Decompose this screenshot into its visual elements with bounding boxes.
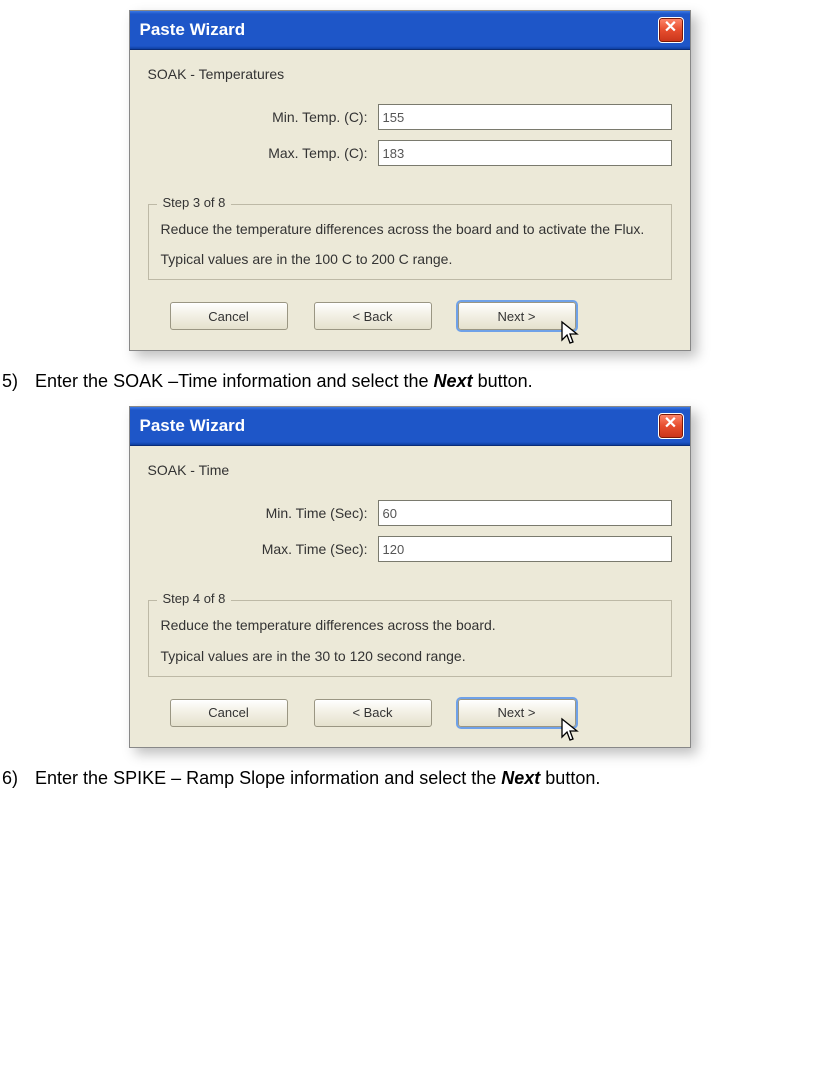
instruction-bold: Next <box>434 371 473 391</box>
next-label: Next > <box>498 705 536 720</box>
button-row: Cancel < Back Next > <box>148 302 672 336</box>
step-legend: Step 4 of 8 <box>157 591 232 606</box>
max-label: Max. Temp. (C): <box>148 145 378 161</box>
window-title: Paste Wizard <box>140 416 246 436</box>
cancel-label: Cancel <box>208 309 248 324</box>
dialog-subtitle: SOAK - Temperatures <box>148 66 672 82</box>
step-info-box: Step 3 of 8 Reduce the temperature diffe… <box>148 204 672 280</box>
form-row-max: Max. Temp. (C): <box>148 140 672 166</box>
step-info-box: Step 4 of 8 Reduce the temperature diffe… <box>148 600 672 676</box>
back-label: < Back <box>352 705 392 720</box>
next-button[interactable]: Next > <box>458 699 576 727</box>
dialog-body: SOAK - Temperatures Min. Temp. (C): Max.… <box>130 50 690 350</box>
back-button[interactable]: < Back <box>314 302 432 330</box>
min-input[interactable] <box>378 500 672 526</box>
step-legend: Step 3 of 8 <box>157 195 232 210</box>
min-input[interactable] <box>378 104 672 130</box>
instruction-text-after: button. <box>540 768 600 788</box>
instruction-bold: Next <box>501 768 540 788</box>
max-input[interactable] <box>378 140 672 166</box>
next-button[interactable]: Next > <box>458 302 576 330</box>
cancel-label: Cancel <box>208 705 248 720</box>
form-row-min: Min. Time (Sec): <box>148 500 672 526</box>
titlebar: Paste Wizard ✕ <box>130 407 690 446</box>
min-label: Min. Time (Sec): <box>148 505 378 521</box>
wizard-dialog: Paste Wizard ✕ SOAK - Temperatures Min. … <box>129 10 691 351</box>
back-button[interactable]: < Back <box>314 699 432 727</box>
step-description: Reduce the temperature differences acros… <box>161 219 659 239</box>
step-description: Reduce the temperature differences acros… <box>161 615 659 635</box>
titlebar: Paste Wizard ✕ <box>130 11 690 50</box>
step-typical: Typical values are in the 30 to 120 seco… <box>161 648 659 664</box>
max-label: Max. Time (Sec): <box>148 541 378 557</box>
max-input[interactable] <box>378 536 672 562</box>
instruction-text: Enter the SPIKE – Ramp Slope information… <box>35 768 501 788</box>
back-label: < Back <box>352 309 392 324</box>
instruction-number: 5) <box>2 371 30 392</box>
cancel-button[interactable]: Cancel <box>170 302 288 330</box>
cancel-button[interactable]: Cancel <box>170 699 288 727</box>
form-row-min: Min. Temp. (C): <box>148 104 672 130</box>
wizard-dialog: Paste Wizard ✕ SOAK - Time Min. Time (Se… <box>129 406 691 747</box>
dialog-screenshot-1: Paste Wizard ✕ SOAK - Temperatures Min. … <box>0 10 819 351</box>
instruction-text: Enter the SOAK –Time information and sel… <box>35 371 434 391</box>
form-row-max: Max. Time (Sec): <box>148 536 672 562</box>
dialog-subtitle: SOAK - Time <box>148 462 672 478</box>
close-icon: ✕ <box>664 19 677 36</box>
instruction-step-5: 5) Enter the SOAK –Time information and … <box>2 371 819 392</box>
dialog-body: SOAK - Time Min. Time (Sec): Max. Time (… <box>130 446 690 746</box>
close-button[interactable]: ✕ <box>658 413 684 439</box>
min-label: Min. Temp. (C): <box>148 109 378 125</box>
next-label: Next > <box>498 309 536 324</box>
instruction-number: 6) <box>2 768 30 789</box>
close-button[interactable]: ✕ <box>658 17 684 43</box>
instruction-text-after: button. <box>473 371 533 391</box>
window-title: Paste Wizard <box>140 20 246 40</box>
dialog-screenshot-2: Paste Wizard ✕ SOAK - Time Min. Time (Se… <box>0 406 819 747</box>
document-page: Paste Wizard ✕ SOAK - Temperatures Min. … <box>0 0 819 823</box>
step-typical: Typical values are in the 100 C to 200 C… <box>161 251 659 267</box>
button-row: Cancel < Back Next > <box>148 699 672 733</box>
instruction-step-6: 6) Enter the SPIKE – Ramp Slope informat… <box>2 768 819 789</box>
close-icon: ✕ <box>664 415 677 432</box>
